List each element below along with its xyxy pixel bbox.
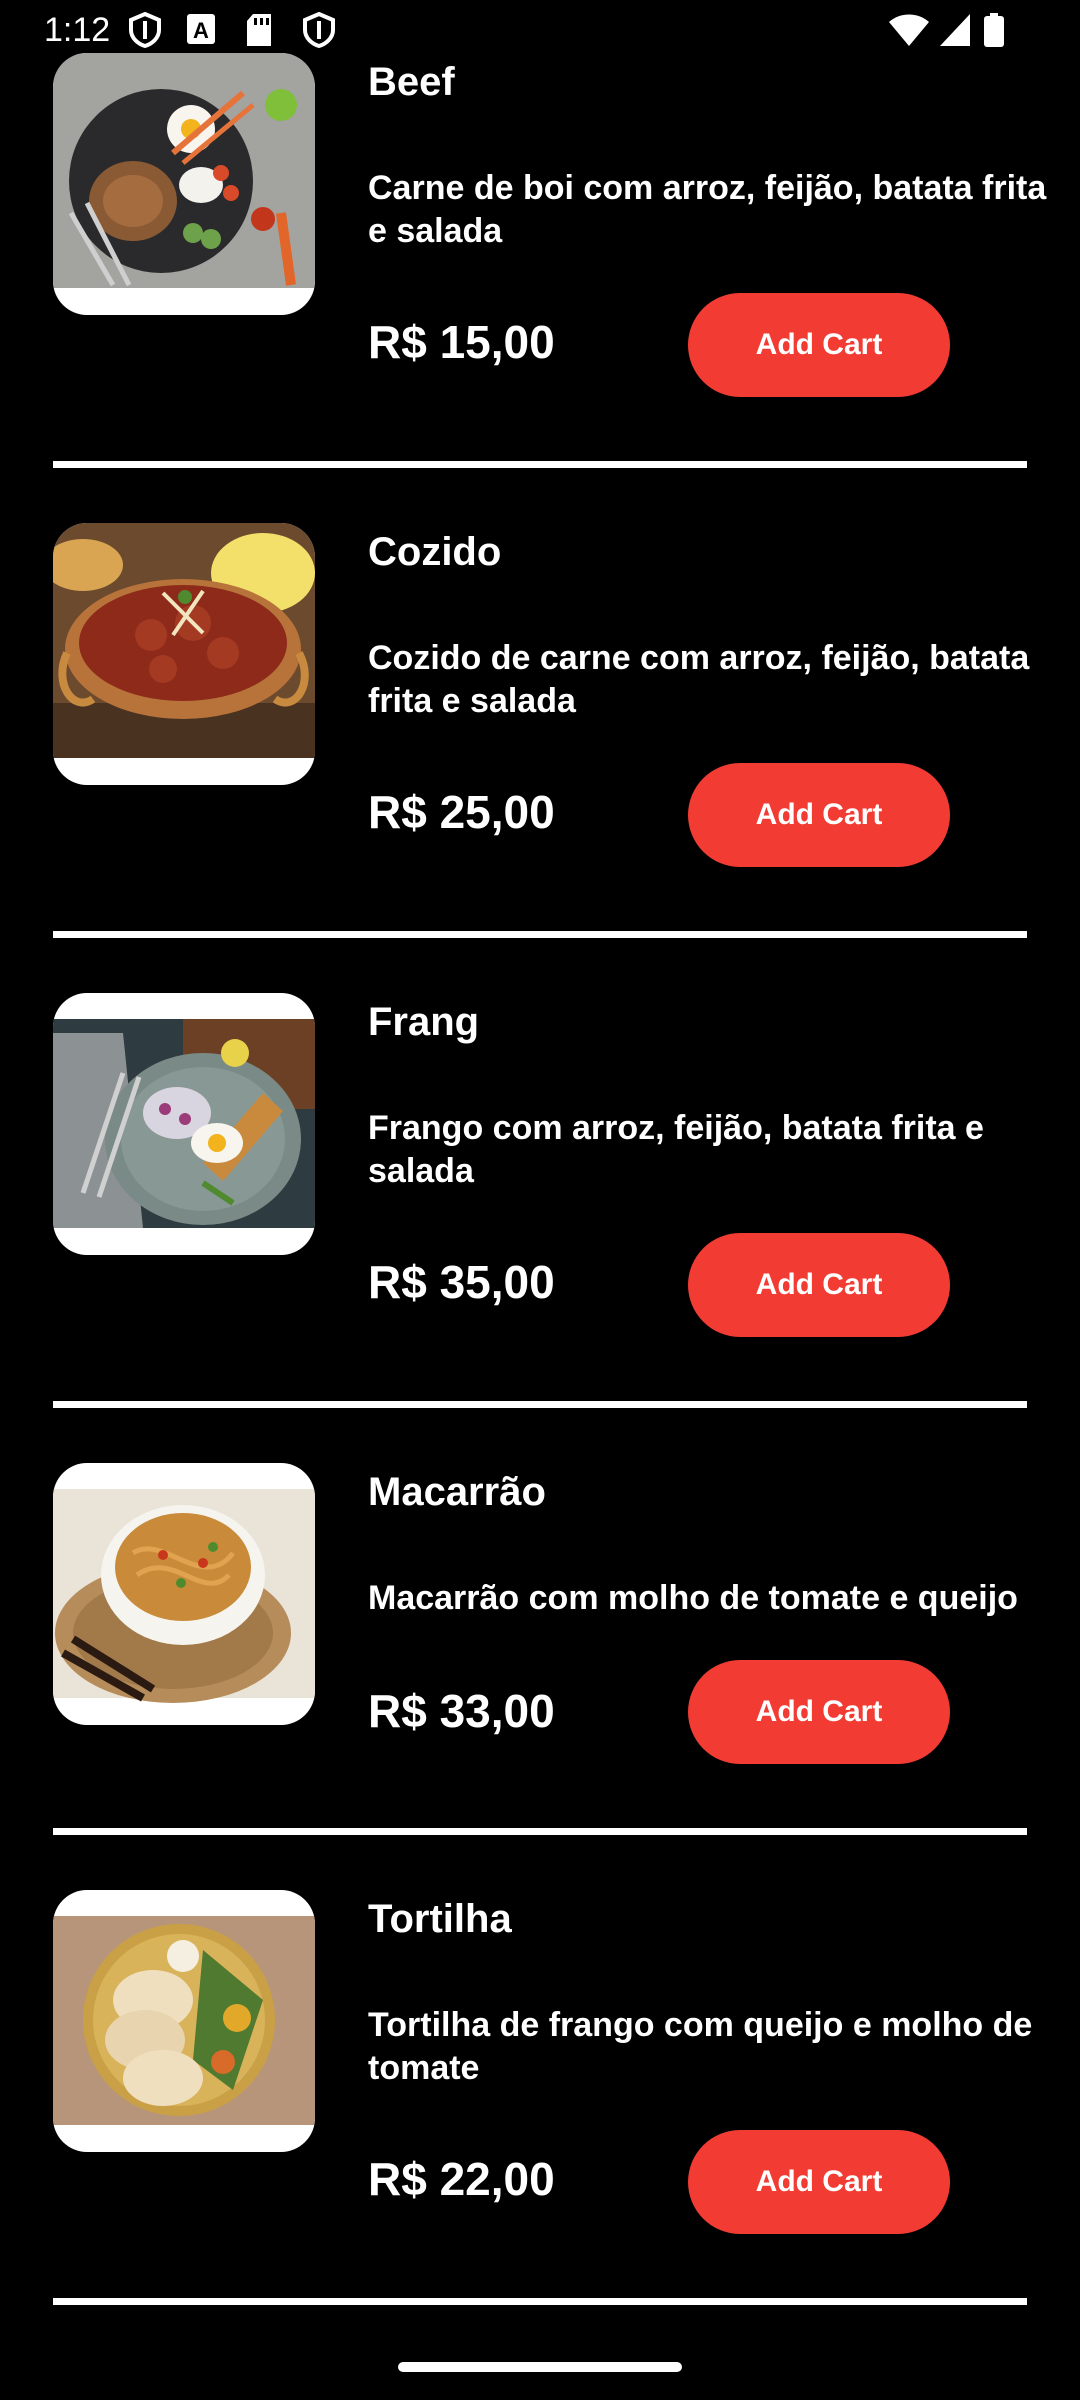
item-description: Cozido de carne com arroz, feijão, batat… [368,639,1030,720]
menu-item-macarrao: Macarrão Macarrão com molho de tomate e … [0,1410,1080,1880]
stew-bowl-image [53,523,315,785]
divider [53,1828,1027,1835]
wifi-icon [888,12,930,48]
status-bar: 1:12 A [0,0,1080,62]
sd-card-icon [244,12,278,48]
steak-plate-image [53,53,315,315]
item-price: R$ 15,00 [368,316,555,368]
add-cart-button[interactable]: Add Cart [688,293,950,397]
item-price: R$ 33,00 [368,1685,555,1737]
item-price: R$ 22,00 [368,2153,555,2205]
item-name: Cozido [368,530,502,574]
divider [53,931,1027,938]
item-name: Frang [368,1000,480,1044]
svg-text:A: A [193,18,209,43]
tortilla-plate-image [53,1890,315,2152]
add-cart-button[interactable]: Add Cart [688,2130,950,2234]
battery-icon [982,12,1006,48]
add-cart-button[interactable]: Add Cart [688,1660,950,1764]
item-price: R$ 25,00 [368,786,555,838]
item-description: Carne de boi com arroz, feijão, batata f… [368,169,1047,250]
item-price: R$ 35,00 [368,1256,555,1308]
shield-icon [128,11,162,49]
noodles-bowl-image [53,1463,315,1725]
home-indicator[interactable] [398,2362,682,2372]
item-name: Beef [368,60,455,104]
item-description: Frango com arroz, feijão, batata frita e… [368,1109,984,1190]
item-name: Macarrão [368,1470,546,1514]
text-a-icon: A [186,12,220,48]
divider [53,1401,1027,1408]
item-name: Tortilha [368,1897,512,1941]
menu-item-cozido: Cozido Cozido de carne com arroz, feijão… [0,470,1080,940]
status-time: 1:12 [44,11,111,49]
divider [53,461,1027,468]
menu-item-beef: Beef Carne de boi com arroz, feijão, bat… [0,0,1080,470]
divider [53,2298,1027,2305]
add-cart-button[interactable]: Add Cart [688,763,950,867]
menu-item-frang: Frang Frango com arroz, feijão, batata f… [0,940,1080,1410]
chicken-plate-image [53,993,315,1255]
item-description: Tortilha de frango com queijo e molho de… [368,2006,1033,2087]
add-cart-button[interactable]: Add Cart [688,1233,950,1337]
cellular-signal-icon [938,12,972,48]
menu-item-tortilha: Tortilha Tortilha de frango com queijo e… [0,1837,1080,2307]
item-description: Macarrão com molho de tomate e queijo [368,1579,1018,1617]
shield-icon [302,11,336,49]
